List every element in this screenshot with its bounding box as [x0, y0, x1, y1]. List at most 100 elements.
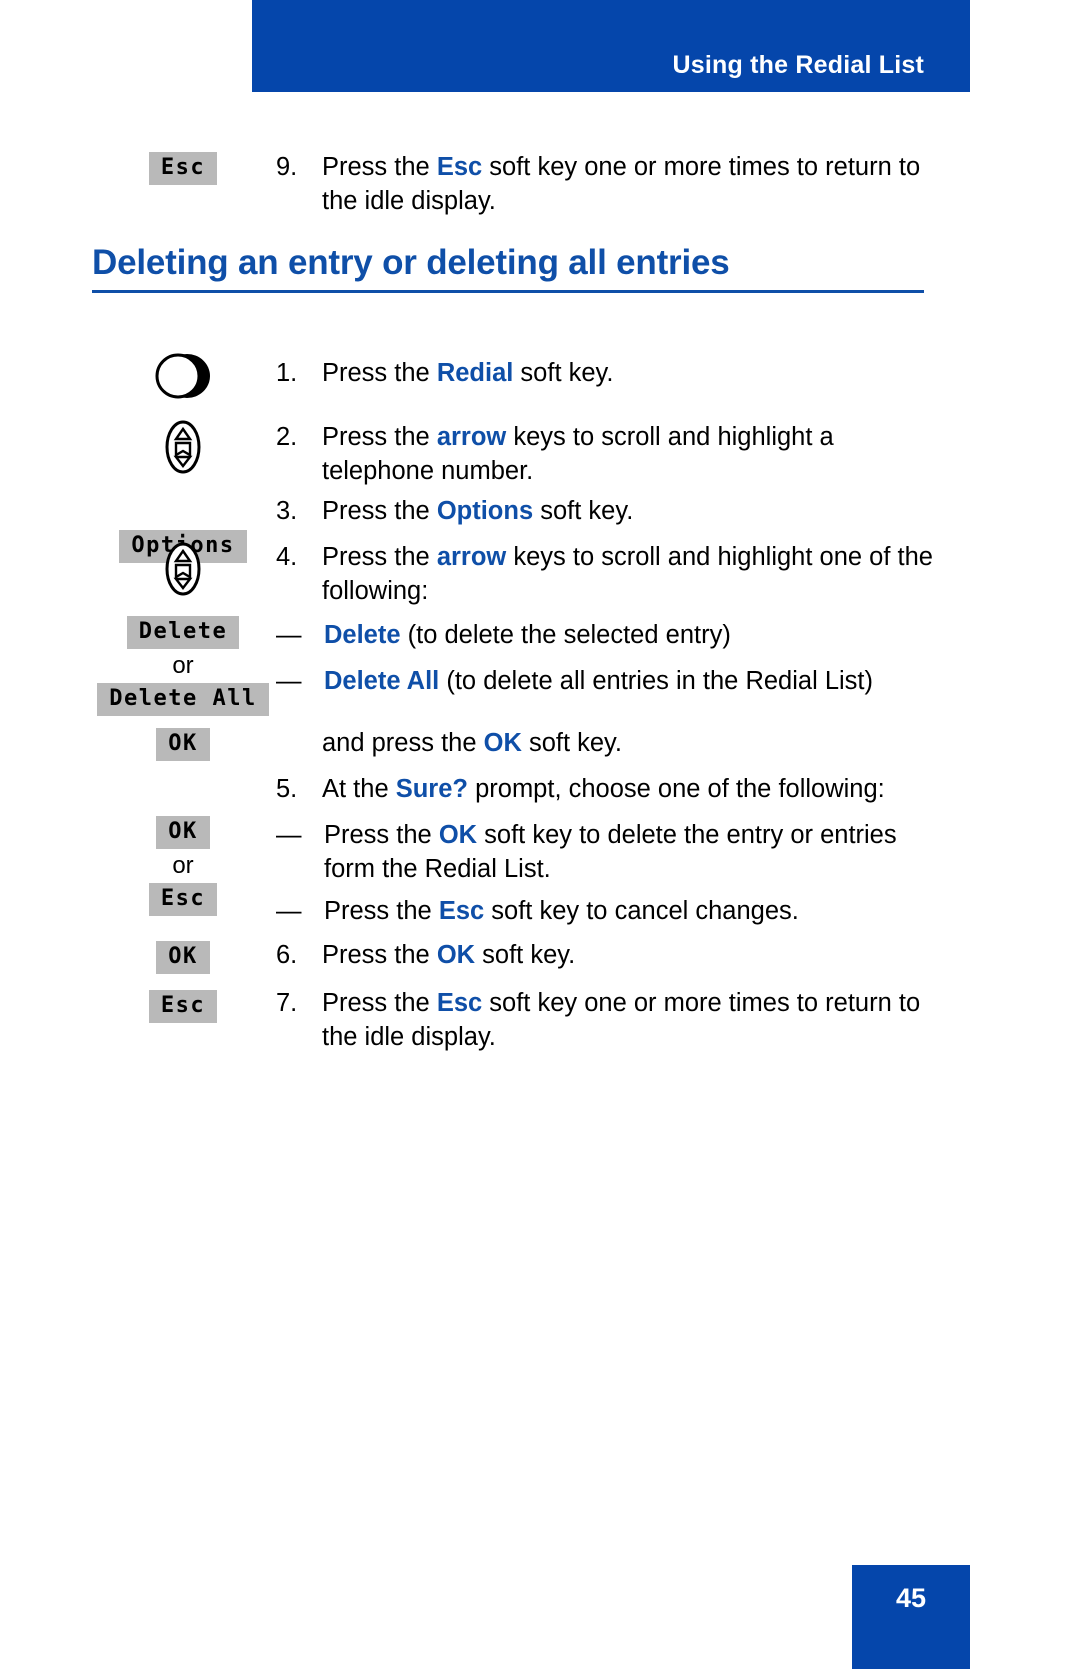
softkey-ok[interactable]: OK [156, 728, 210, 761]
step-text: Press the Esc soft key one or more times… [322, 986, 936, 1054]
ok-key-gutter-1: OK [88, 728, 278, 761]
navigation-arrow-key-icon[interactable] [88, 542, 278, 596]
bullet-item: — Press the Esc soft key to cancel chang… [276, 894, 936, 928]
step-text: Press the arrow keys to scroll and highl… [322, 540, 936, 608]
step-text-suffix: prompt, choose one of the following: [468, 775, 885, 803]
step-keyword: Options [436, 497, 534, 525]
softkey-esc[interactable]: Esc [148, 883, 218, 916]
bullet-item: — Press the OK soft key to delete the en… [276, 818, 936, 886]
step-3-row: 3. Press the Options soft key. [276, 494, 936, 528]
step-text: Press the Options soft key. [322, 494, 936, 528]
bullet-item: — Delete All (to delete all entries in t… [276, 664, 936, 698]
step-text-suffix: soft key. [475, 941, 576, 969]
softkey-ok[interactable]: OK [156, 816, 210, 849]
step-text: Press the arrow keys to scroll and highl… [322, 420, 936, 488]
step-text-prefix: Press the [322, 423, 437, 451]
step-item: 2. Press the arrow keys to scroll and hi… [276, 420, 936, 488]
document-page: Using the Redial List Esc 9. Press the E… [0, 0, 1080, 1669]
page-header-bar: Using the Redial List [252, 0, 970, 92]
step-keyword: arrow [436, 423, 507, 451]
section-heading: Deleting an entry or deleting all entrie… [92, 243, 730, 282]
step-number: 3. [276, 497, 298, 525]
or-separator-label: or [172, 652, 194, 679]
step-text-prefix: Press the [322, 989, 437, 1017]
bullet-keyword: Delete All [324, 667, 440, 695]
delete-keys-gutter: Delete or Delete All [88, 616, 278, 716]
step-number: 5. [276, 775, 298, 803]
step-text-prefix: At the [322, 775, 396, 803]
step-text-prefix: Press the [322, 543, 437, 571]
bullet-text-suffix: (to delete all entries in the Redial Lis… [439, 667, 873, 695]
em-dash-marker: — [276, 821, 302, 849]
step-number: 4. [276, 543, 298, 571]
step-text-prefix: Press the [322, 941, 437, 969]
bullet-text: Press the Esc soft key to cancel changes… [324, 894, 799, 928]
or-separator-label: or [172, 852, 194, 879]
softkey-esc[interactable]: Esc [148, 990, 218, 1023]
bullet-keyword: Esc [438, 897, 485, 925]
step-item: 6. Press the OK soft key. [276, 938, 936, 972]
em-dash-marker: — [276, 621, 302, 649]
step-text-prefix: Press the [322, 497, 437, 525]
softkey-delete-all[interactable]: Delete All [97, 683, 269, 716]
step-text-prefix: Press the [322, 153, 437, 181]
phone-key-icon[interactable] [88, 352, 278, 400]
and-press-ok-text: and press the OK soft key. [276, 726, 936, 760]
step-number: 7. [276, 989, 298, 1017]
step-keyword: Esc [436, 153, 483, 181]
step-item: 4. Press the arrow keys to scroll and hi… [276, 540, 936, 608]
bullet-text-suffix: (to delete the selected entry) [400, 621, 731, 649]
step-keyword: OK [436, 941, 476, 969]
step-9-row: 9. Press the Esc soft key one or more ti… [276, 150, 936, 218]
step-item: 9. Press the Esc soft key one or more ti… [276, 150, 936, 218]
and-press-ok-keyword: OK [483, 729, 522, 757]
section-heading-rule [92, 290, 924, 293]
and-press-ok-suffix: soft key. [521, 729, 623, 757]
step-number: 6. [276, 941, 298, 969]
step-text-suffix: soft key. [513, 359, 614, 387]
page-number: 45 [895, 1583, 927, 1613]
bullet-keyword: OK [438, 821, 478, 849]
step-keyword: Sure? [395, 775, 468, 803]
softkey-esc[interactable]: Esc [148, 152, 218, 185]
step-1-row: 1. Press the Redial soft key. [276, 356, 936, 390]
bullet-text: Delete (to delete the selected entry) [324, 618, 731, 652]
step-text: Press the Esc soft key one or more times… [322, 150, 936, 218]
step-item: 5. At the Sure? prompt, choose one of th… [276, 772, 936, 806]
and-press-ok-prefix: and press the [322, 729, 484, 757]
step-6-key-gutter: OK [88, 941, 278, 974]
softkey-delete[interactable]: Delete [126, 616, 240, 649]
step-number: 9. [276, 153, 298, 181]
bullet-text-prefix: Press the [324, 821, 439, 849]
and-press-ok-row: and press the OK soft key. [276, 726, 936, 760]
ok-choice-row: — Press the OK soft key to delete the en… [276, 818, 936, 886]
ok-esc-keys-gutter: OK or Esc [88, 816, 278, 916]
step-text: Press the OK soft key. [322, 938, 936, 972]
step-keyword: arrow [436, 543, 507, 571]
bullet-text-suffix: soft key to cancel changes. [484, 897, 799, 925]
esc-choice-row: — Press the Esc soft key to cancel chang… [276, 894, 936, 928]
step-number: 2. [276, 423, 298, 451]
step-2-key-gutter [88, 420, 278, 474]
running-header-title: Using the Redial List [672, 51, 924, 79]
step-text: Press the Redial soft key. [322, 356, 936, 390]
bullet-keyword: Delete [324, 621, 401, 649]
em-dash-marker: — [276, 667, 302, 695]
em-dash-marker: — [276, 897, 302, 925]
page-footer-bar: 45 [852, 1565, 970, 1669]
step-item: 7. Press the Esc soft key one or more ti… [276, 986, 936, 1054]
step-4-row: 4. Press the arrow keys to scroll and hi… [276, 540, 936, 608]
step-keyword: Esc [436, 989, 483, 1017]
step-keyword: Redial [436, 359, 514, 387]
step-7-key-gutter: Esc [88, 990, 278, 1023]
bullet-text: Delete All (to delete all entries in the… [324, 664, 873, 698]
step-text-suffix: soft key. [533, 497, 634, 525]
softkey-ok[interactable]: OK [156, 941, 210, 974]
bullet-text: Press the OK soft key to delete the entr… [324, 818, 936, 886]
navigation-arrow-key-icon[interactable] [88, 420, 278, 474]
bullet-item: — Delete (to delete the selected entry) [276, 618, 936, 652]
step-number: 1. [276, 359, 298, 387]
step-5-row: 5. At the Sure? prompt, choose one of th… [276, 772, 936, 806]
step-item: 1. Press the Redial soft key. [276, 356, 936, 390]
delete-all-option-row: — Delete All (to delete all entries in t… [276, 664, 936, 698]
